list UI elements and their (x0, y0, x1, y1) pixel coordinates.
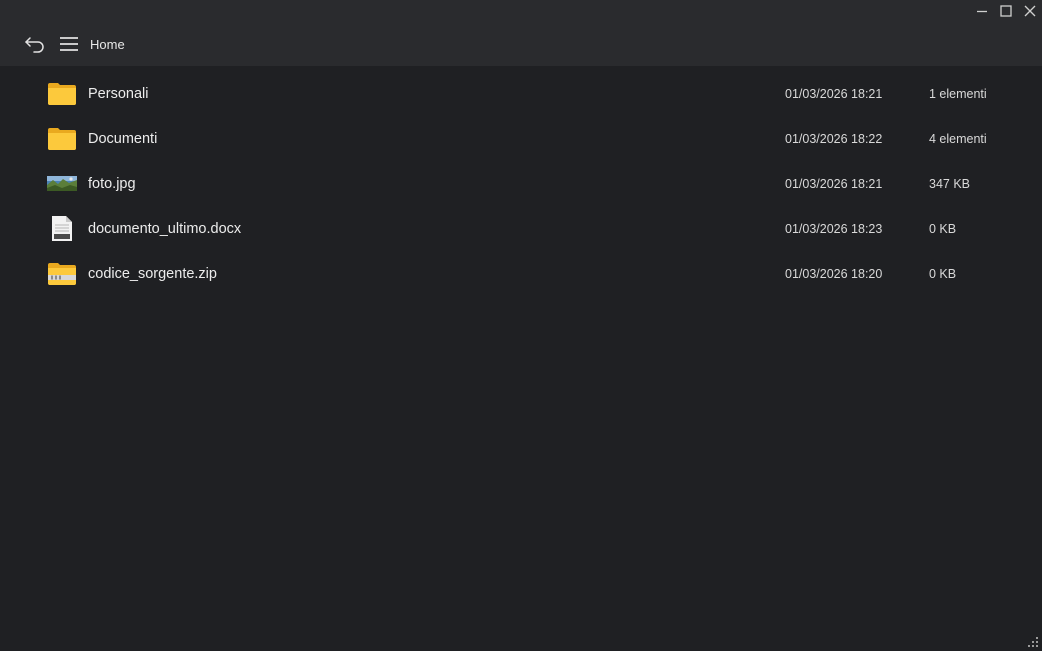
file-date: 01/03/2026 18:22 (785, 131, 883, 146)
maximize-icon (1000, 5, 1012, 17)
minimize-icon (977, 10, 987, 13)
back-button[interactable] (22, 33, 48, 55)
maximize-button[interactable] (994, 0, 1018, 22)
file-name: documento_ultimo.docx (88, 220, 242, 237)
file-name: codice_sorgente.zip (88, 265, 217, 282)
close-button[interactable] (1018, 0, 1042, 22)
minimize-button[interactable] (970, 0, 994, 22)
file-size: 4 elementi (929, 131, 987, 146)
menu-button[interactable] (56, 33, 82, 55)
file-name: Personali (88, 85, 149, 102)
image-thumbnail-icon (47, 176, 77, 191)
file-date: 01/03/2026 18:21 (785, 176, 883, 191)
folder-icon (48, 83, 76, 105)
hamburger-menu-icon (60, 37, 78, 51)
file-name: foto.jpg (88, 175, 136, 192)
file-size: 0 KB (929, 221, 957, 236)
file-manager-window: Home Personali 01/03/2026 18:21 1 elemen… (0, 0, 1042, 651)
breadcrumb[interactable]: Home (90, 37, 125, 52)
file-size: 0 KB (929, 266, 957, 281)
resize-grip-icon[interactable] (1028, 637, 1038, 647)
list-item[interactable]: Documenti 01/03/2026 18:22 4 elementi (0, 116, 1042, 161)
list-item[interactable]: codice_sorgente.zip 01/03/2026 18:20 0 K… (0, 251, 1042, 296)
close-icon (1024, 5, 1036, 17)
file-date: 01/03/2026 18:20 (785, 266, 883, 281)
file-name: Documenti (88, 130, 158, 147)
file-size: 1 elementi (929, 86, 987, 101)
folder-icon (48, 128, 76, 150)
file-list: Personali 01/03/2026 18:21 1 elementi Do… (0, 71, 1042, 296)
back-arrow-icon (25, 37, 44, 53)
header-bar: Home (0, 0, 1042, 66)
navigation-bar: Home (22, 33, 125, 55)
zip-folder-icon (48, 263, 76, 285)
list-item[interactable]: Personali 01/03/2026 18:21 1 elementi (0, 71, 1042, 116)
docx-file-icon (52, 216, 72, 241)
file-date: 01/03/2026 18:23 (785, 221, 883, 236)
file-date: 01/03/2026 18:21 (785, 86, 883, 101)
list-item[interactable]: documento_ultimo.docx 01/03/2026 18:23 0… (0, 206, 1042, 251)
list-item[interactable]: foto.jpg 01/03/2026 18:21 347 KB (0, 161, 1042, 206)
file-size: 347 KB (929, 176, 971, 191)
window-controls (970, 0, 1042, 22)
